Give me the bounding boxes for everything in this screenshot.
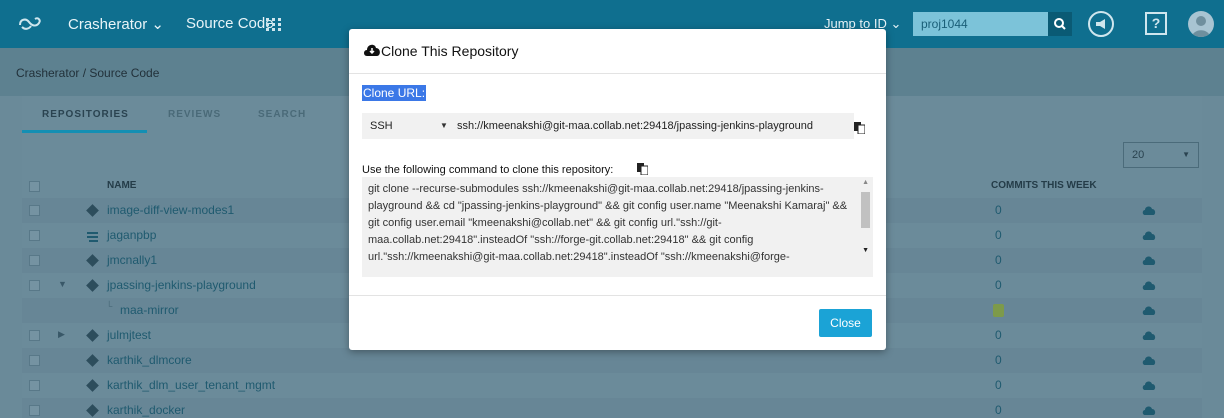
select-all-checkbox[interactable] (29, 181, 40, 192)
page-size-value: 20 (1132, 149, 1145, 161)
clone-cloud-icon[interactable] (1142, 329, 1156, 341)
row-checkbox[interactable] (29, 205, 40, 216)
row-checkbox[interactable] (29, 405, 40, 416)
clone-cloud-icon[interactable] (1142, 379, 1156, 391)
search-icon[interactable] (1048, 12, 1072, 36)
clone-cloud-icon[interactable] (1142, 304, 1156, 316)
clone-cloud-icon[interactable] (1142, 229, 1156, 241)
clone-command-text: git clone --recurse-submodules ssh://kme… (368, 183, 848, 263)
commit-count: 0 (995, 353, 1002, 367)
dialog-title: Clone This Repository (381, 43, 519, 59)
git-icon (86, 254, 99, 267)
tree-connector-icon: └ (106, 301, 113, 311)
column-header-commits[interactable]: COMMITS THIS WEEK (991, 180, 1097, 191)
row-checkbox[interactable] (29, 355, 40, 366)
source-code-link[interactable]: Source Code (186, 15, 274, 32)
repo-name-link[interactable]: image-diff-view-modes1 (107, 203, 234, 217)
tab-repositories[interactable]: REPOSITORIES (42, 109, 129, 120)
row-checkbox[interactable] (29, 330, 40, 341)
table-row[interactable]: karthik_docker 0 (22, 398, 1202, 418)
git-icon (86, 204, 99, 217)
clone-command-textarea[interactable]: git clone --recurse-submodules ssh://kme… (362, 177, 873, 277)
tab-search[interactable]: SEARCH (258, 109, 306, 120)
scrollbar-thumb[interactable] (861, 192, 870, 228)
breadcrumb[interactable]: Crasherator / Source Code (16, 66, 159, 80)
repo-name-link[interactable]: karthik_docker (107, 403, 185, 417)
scroll-down-icon[interactable]: ▼ (862, 247, 869, 254)
scrollbar[interactable]: ▲ ▼ (858, 177, 873, 277)
git-icon (86, 279, 99, 292)
copy-command-icon[interactable] (637, 163, 648, 175)
clone-url-value[interactable]: ssh://kmeenakshi@git-maa.collab.net:2941… (457, 120, 813, 132)
row-checkbox[interactable] (29, 280, 40, 291)
database-icon (993, 304, 1004, 317)
commit-count: 0 (995, 403, 1002, 417)
project-switcher[interactable]: Crasherator ⌄ (68, 15, 164, 33)
commit-count: 0 (995, 328, 1002, 342)
row-checkbox[interactable] (29, 255, 40, 266)
commit-count: 0 (995, 253, 1002, 267)
scroll-up-icon[interactable]: ▲ (862, 179, 869, 186)
announcement-icon[interactable] (1088, 11, 1114, 37)
grid-menu-icon[interactable] (265, 17, 283, 31)
tab-reviews[interactable]: REVIEWS (168, 109, 221, 120)
clone-url-label: Clone URL: (362, 85, 427, 101)
repo-name-link[interactable]: julmjtest (107, 328, 151, 342)
chevron-down-icon: ▼ (1182, 150, 1190, 159)
git-icon (86, 379, 99, 392)
repo-name-link[interactable]: karthik_dlm_user_tenant_mgmt (107, 378, 275, 392)
clone-cloud-icon[interactable] (1142, 254, 1156, 266)
avatar[interactable] (1188, 11, 1214, 37)
clone-cloud-icon[interactable] (1142, 354, 1156, 366)
git-icon (86, 404, 99, 417)
git-icon (86, 354, 99, 367)
repo-name-link[interactable]: jmcnally1 (107, 253, 157, 267)
search-input[interactable]: proj1044 (913, 12, 1048, 36)
command-label: Use the following command to clone this … (362, 164, 614, 176)
clone-cloud-icon[interactable] (1142, 204, 1156, 216)
repo-name-link[interactable]: jpassing-jenkins-playground (107, 278, 256, 292)
copy-icon[interactable] (854, 122, 865, 134)
commit-count: 0 (995, 203, 1002, 217)
page-size-select[interactable]: 20 ▼ (1123, 142, 1199, 168)
commit-count: 0 (995, 228, 1002, 242)
close-button[interactable]: Close (819, 309, 872, 337)
commit-count: 0 (995, 278, 1002, 292)
svn-icon (87, 232, 98, 242)
clone-url-field[interactable]: SSH ▼ ssh://kmeenakshi@git-maa.collab.ne… (362, 113, 854, 139)
clone-cloud-icon[interactable] (1142, 279, 1156, 291)
expand-toggle-icon[interactable]: ▶ (58, 329, 65, 340)
repo-name-link[interactable]: maa-mirror (120, 303, 179, 317)
row-checkbox[interactable] (29, 380, 40, 391)
row-checkbox[interactable] (29, 230, 40, 241)
help-icon[interactable]: ? (1145, 12, 1167, 35)
git-icon (86, 329, 99, 342)
cloud-download-icon (364, 44, 380, 56)
table-row[interactable]: karthik_dlm_user_tenant_mgmt 0 (22, 373, 1202, 398)
protocol-select[interactable]: SSH (370, 120, 393, 132)
chevron-down-icon: ▼ (440, 121, 448, 130)
collabnet-logo-icon[interactable] (18, 13, 44, 33)
clone-cloud-icon[interactable] (1142, 404, 1156, 416)
clone-repository-dialog: Clone This Repository Clone URL: SSH ▼ s… (349, 29, 886, 350)
repo-name-link[interactable]: jaganpbp (107, 228, 156, 242)
dialog-header: Clone This Repository (349, 29, 886, 74)
active-tab-indicator (22, 130, 147, 133)
column-header-name[interactable]: NAME (107, 180, 136, 191)
repo-name-link[interactable]: karthik_dlmcore (107, 353, 192, 367)
dialog-footer-divider (349, 295, 886, 296)
commit-count: 0 (995, 378, 1002, 392)
table-row[interactable]: karthik_dlmcore 0 (22, 348, 1202, 373)
collapse-toggle-icon[interactable]: ▼ (58, 279, 67, 289)
